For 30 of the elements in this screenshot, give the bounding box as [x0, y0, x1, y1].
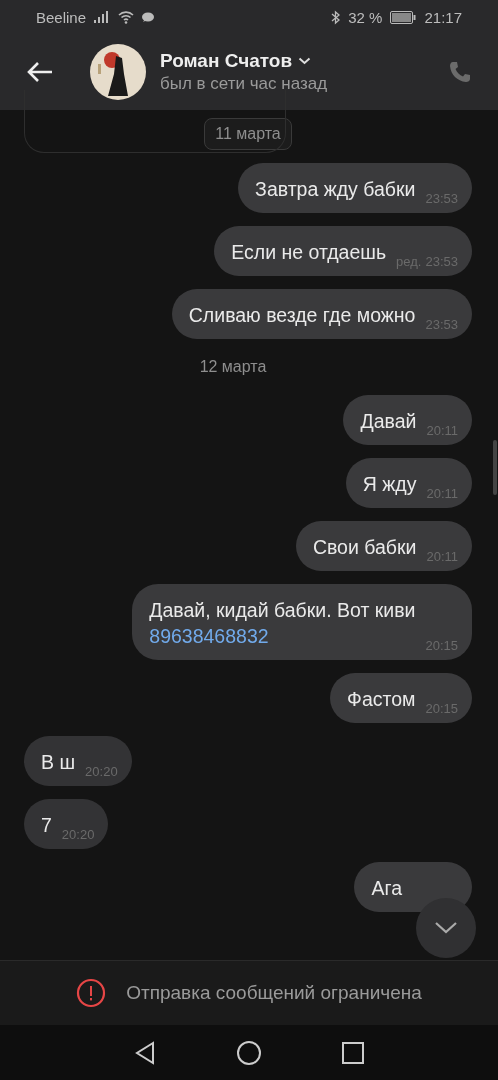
message-text: Завтра жду бабки [255, 177, 416, 202]
battery-percent: 32 % [348, 8, 383, 26]
battery-icon [390, 10, 417, 24]
message-text: Ага [371, 876, 402, 901]
chat-icon [142, 11, 155, 23]
message-text: В ш [41, 750, 76, 775]
message-text: Я жду [362, 472, 417, 497]
date-label: 11 марта [204, 118, 292, 150]
last-seen-status: был в сети час назад [160, 74, 329, 94]
message-text: Сливаю везде где можно [188, 303, 416, 328]
message-text: Фастом [347, 687, 416, 712]
message-text: 7 [41, 813, 52, 838]
chevron-down-icon [434, 921, 458, 935]
phone-link[interactable]: 89638468832 [149, 625, 269, 647]
warning-icon [76, 978, 107, 1008]
clock-time: 21:17 [424, 8, 462, 26]
signal-icon [94, 11, 111, 23]
message-text: Если не отдаешь [231, 240, 387, 265]
wifi-icon [118, 10, 135, 24]
bluetooth-icon [331, 9, 341, 25]
avatar[interactable] [90, 44, 146, 100]
date-label: 12 марта [199, 357, 267, 377]
message-text: Давай [360, 409, 417, 434]
message-text: Давай, кидай бабки. Вот киви 89638468832 [149, 598, 416, 649]
message-text: Свои бабки [312, 535, 417, 560]
chevron-down-icon[interactable] [298, 57, 312, 65]
carrier-name: Beeline [36, 8, 87, 26]
restriction-notice: Отправка сообщений ограничена [126, 982, 422, 1004]
scroll-bar [493, 440, 497, 495]
contact-name[interactable]: Роман Счатов [160, 50, 293, 72]
